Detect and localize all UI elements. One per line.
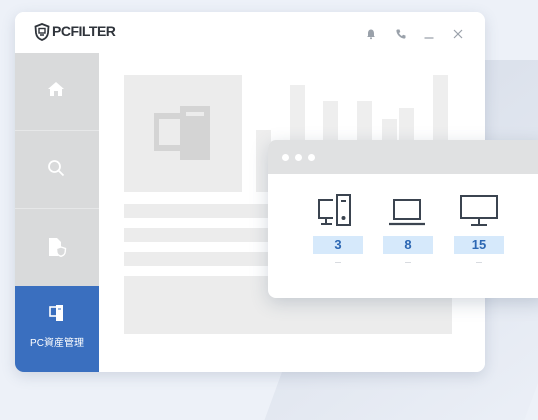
text-line-placeholder [124,228,282,242]
sidebar: PC資産管理 [15,53,99,372]
popup-header [268,140,538,174]
monitor-icon [460,195,498,226]
laptop-underline [405,262,411,263]
sidebar-item-search[interactable] [15,131,99,209]
home-icon [48,82,64,96]
monitor-underline [476,262,482,263]
desktop-count: 3 [313,236,363,254]
shield-logo-icon [34,23,50,41]
document-shield-icon [49,238,67,257]
pc-asset-summary-popup: 3 8 15 [268,140,538,298]
sidebar-item-pc-assets[interactable]: PC資産管理 [15,286,99,372]
laptop-icon [389,199,425,226]
window-dot [282,154,289,161]
laptop-count: 8 [383,236,433,254]
phone-icon[interactable] [395,28,407,40]
sidebar-item-document[interactable] [15,209,99,287]
computer-placeholder-icon [154,106,210,160]
desktop-underline [335,262,341,263]
title-bar: PCFILTER [15,12,485,54]
sidebar-item-label: PC資産管理 [30,338,84,349]
bell-icon[interactable] [365,28,377,40]
window-dot [295,154,302,161]
search-icon [48,160,65,177]
minimize-icon[interactable] [423,28,435,40]
close-icon[interactable] [452,28,464,40]
monitor-count: 15 [454,236,504,254]
app-brand: PCFILTER [52,23,116,39]
window-dot [308,154,315,161]
image-placeholder [124,75,242,192]
pc-assets-icon [49,305,63,321]
desktop-tower-icon [318,194,351,226]
sidebar-item-home[interactable] [15,53,99,131]
text-line-placeholder [124,252,282,266]
